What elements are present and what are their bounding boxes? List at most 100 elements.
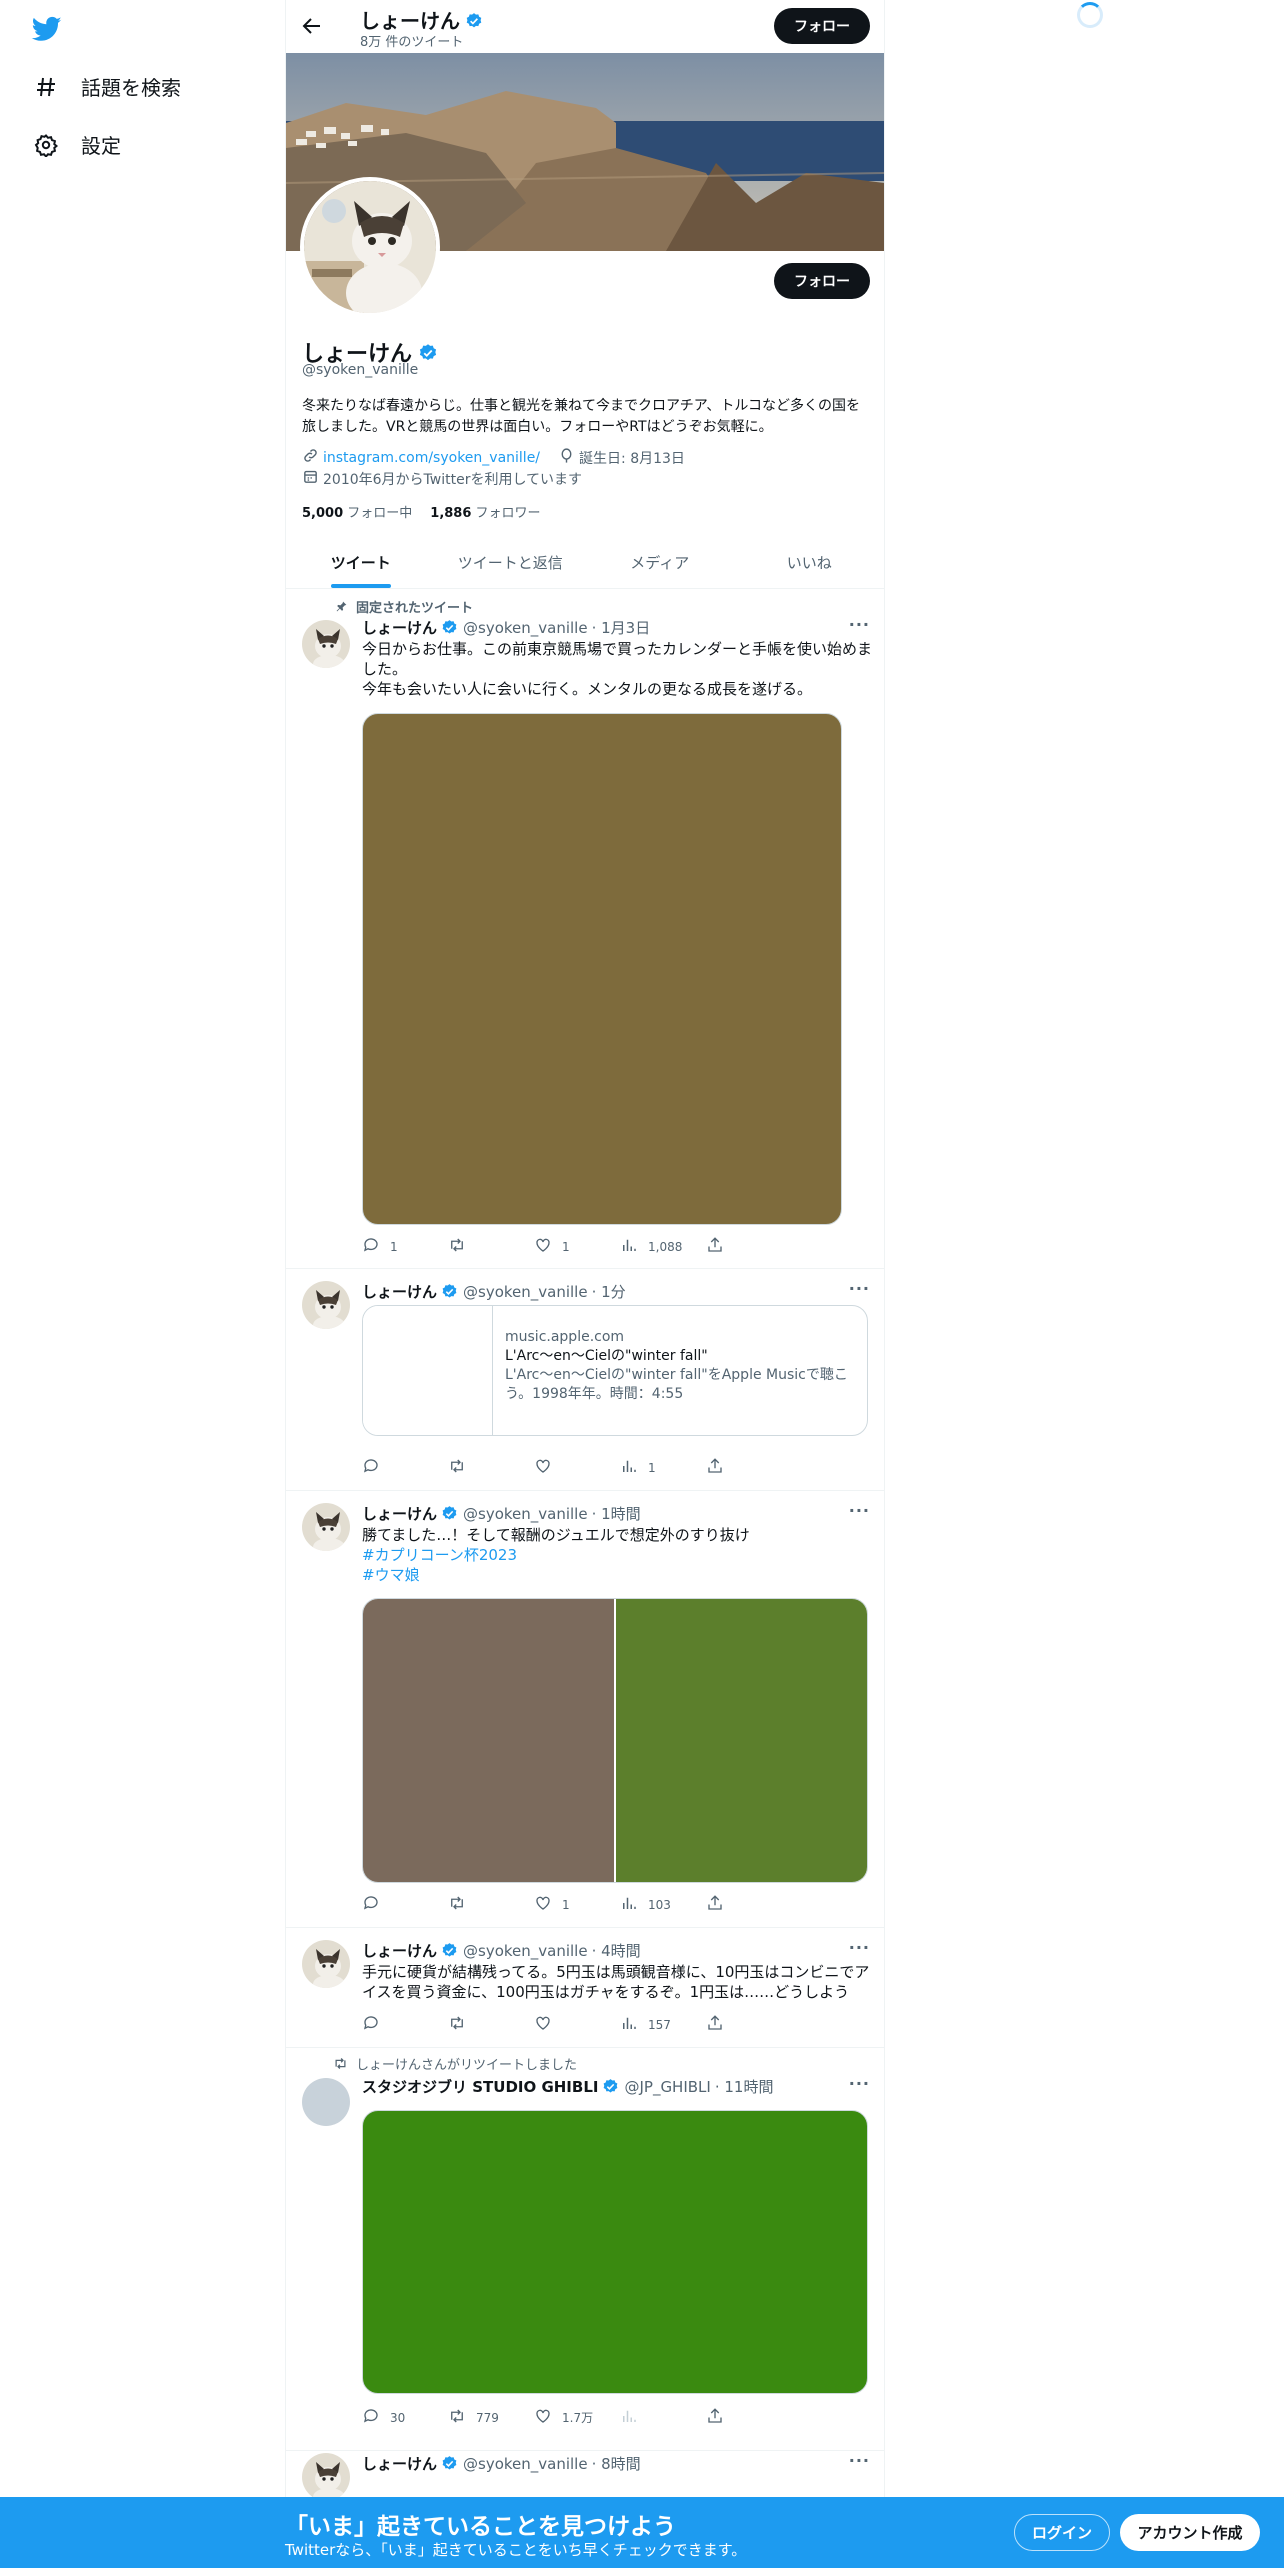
tweet-text: 今日からお仕事。この前東京競馬場で買ったカレンダーと手帳を使い始めました。 今年… bbox=[362, 640, 873, 698]
tweet-media-grid bbox=[362, 1598, 868, 1883]
tweet-header: しょーけん @syoken_vanille · 1時間 bbox=[362, 1504, 641, 1524]
tweet-actions: 1 103 bbox=[362, 1894, 792, 1915]
more-icon[interactable]: ··· bbox=[849, 615, 870, 634]
tab-likes[interactable]: いいね bbox=[735, 536, 885, 588]
like-button[interactable]: 1.7万 bbox=[534, 2407, 620, 2428]
retweet-icon bbox=[448, 1236, 466, 1257]
tweet-text: 勝てました…！そして報酬のジュエルで想定外のすり抜け #カプリコーン杯2023 … bbox=[362, 1525, 872, 1585]
share-icon bbox=[706, 1457, 724, 1478]
reply-button[interactable] bbox=[362, 1457, 448, 1478]
views-button[interactable]: 1 bbox=[620, 1457, 706, 1478]
profile-tabs: ツイート ツイートと返信 メディア いいね bbox=[286, 536, 884, 589]
like-button[interactable] bbox=[534, 2014, 620, 2035]
more-icon[interactable]: ··· bbox=[849, 1501, 870, 1520]
tweet-avatar[interactable] bbox=[302, 2078, 350, 2126]
views-button[interactable]: 1,088 bbox=[620, 1236, 706, 1257]
twitter-logo-icon[interactable] bbox=[30, 14, 64, 44]
tweet-media-left[interactable] bbox=[363, 1599, 616, 1882]
profile-meta-row: instagram.com/syoken_vanille/ 誕生日: 8月13日 bbox=[302, 447, 685, 468]
tweet-coins[interactable]: しょーけん @syoken_vanille · 4時間 ··· 手元に硬貨が結構… bbox=[286, 1928, 884, 2048]
tweet-header: しょーけん @syoken_vanille · 4時間 bbox=[362, 1941, 641, 1961]
like-button[interactable] bbox=[534, 1457, 620, 1478]
reply-button[interactable] bbox=[362, 2014, 448, 2035]
verified-badge-icon bbox=[465, 11, 483, 29]
retweet-icon bbox=[448, 1457, 466, 1478]
hashtag-link[interactable]: #カプリコーン杯2023 bbox=[362, 1545, 872, 1565]
tweet-avatar[interactable] bbox=[302, 1503, 350, 1551]
heart-icon bbox=[534, 1894, 552, 1915]
tweet-media[interactable] bbox=[362, 2110, 868, 2394]
tweet-avatar[interactable] bbox=[302, 620, 350, 668]
nav-explore[interactable]: 話題を検索 bbox=[33, 72, 181, 101]
like-button[interactable]: 1 bbox=[534, 1894, 620, 1915]
retweet-button[interactable] bbox=[448, 2014, 534, 2035]
reply-icon bbox=[362, 2407, 380, 2428]
tweet-media[interactable] bbox=[362, 713, 842, 1225]
reply-button[interactable]: 1 bbox=[362, 1236, 448, 1257]
tweet-pinned[interactable]: 固定されたツイート しょーけん @syoken_vanille · 1月3日 ·… bbox=[286, 589, 884, 1269]
tweet-avatar[interactable] bbox=[302, 1281, 350, 1329]
more-icon[interactable]: ··· bbox=[849, 2074, 870, 2093]
retweet-button[interactable] bbox=[448, 1457, 534, 1478]
tweet-avatar[interactable] bbox=[302, 2453, 350, 2501]
reply-button[interactable] bbox=[362, 1894, 448, 1915]
tweet-header: しょーけん @syoken_vanille · 1月3日 bbox=[362, 618, 651, 638]
views-icon bbox=[620, 1236, 638, 1257]
share-button[interactable] bbox=[706, 1894, 792, 1915]
retweet-button[interactable] bbox=[448, 1894, 534, 1915]
share-button[interactable] bbox=[706, 2407, 792, 2428]
retweet-icon bbox=[332, 2056, 348, 2071]
verified-badge-icon bbox=[441, 2455, 459, 2473]
tweet-media-right[interactable] bbox=[616, 1599, 867, 1882]
profile-link[interactable]: instagram.com/syoken_vanille/ bbox=[323, 450, 540, 466]
more-icon[interactable]: ··· bbox=[849, 2451, 870, 2470]
heart-icon bbox=[534, 1457, 552, 1478]
views-button[interactable] bbox=[620, 2407, 706, 2428]
following-link[interactable]: 5,000 フォロー中 bbox=[302, 502, 412, 521]
tweet-actions: 30 779 1.7万 bbox=[362, 2407, 792, 2428]
more-icon[interactable]: ··· bbox=[849, 1279, 870, 1298]
heart-icon bbox=[534, 2407, 552, 2428]
signup-banner: 「いま」起きていることを見つけよう Twitterなら、「いま」起きていることを… bbox=[0, 2497, 1284, 2568]
tweet-retweet-ghibli[interactable]: しょーけんさんがリツイートしました スタジオジブリ STUDIO GHIBLI … bbox=[286, 2048, 884, 2451]
followers-link[interactable]: 1,886 フォロワー bbox=[430, 502, 540, 521]
share-button[interactable] bbox=[706, 1236, 792, 1257]
tweet-actions: 157 bbox=[362, 2014, 792, 2035]
tab-media[interactable]: メディア bbox=[585, 536, 735, 588]
tab-tweets-and-replies[interactable]: ツイートと返信 bbox=[436, 536, 586, 588]
nav-settings[interactable]: 設定 bbox=[33, 130, 121, 159]
share-button[interactable] bbox=[706, 2014, 792, 2035]
tweet-avatar[interactable] bbox=[302, 1940, 350, 1988]
tweet-music-card[interactable]: しょーけん @syoken_vanille · 1分 ··· music.app… bbox=[286, 1269, 884, 1491]
profile-bio: 冬来たりなば春遠からじ。仕事と観光を兼ねて今までクロアチア、トルコなど多くの国を… bbox=[302, 398, 861, 435]
retweet-button[interactable]: 779 bbox=[448, 2407, 534, 2428]
login-button[interactable]: ログイン bbox=[1014, 2514, 1110, 2551]
tweet-header: しょーけん @syoken_vanille · 8時間 bbox=[362, 2454, 641, 2474]
profile-avatar[interactable] bbox=[300, 177, 440, 317]
tweet-text: 手元に硬貨が結構残ってる。5円玉は馬頭観音様に、10円玉はコンビニでアイスを買う… bbox=[362, 1963, 870, 2001]
retweet-button[interactable] bbox=[448, 1236, 534, 1257]
share-button[interactable] bbox=[706, 1457, 792, 1478]
tweet-context: 固定されたツイート bbox=[332, 597, 473, 616]
header-follow-button[interactable]: フォロー bbox=[774, 8, 870, 44]
profile-birthday: 誕生日: 8月13日 bbox=[579, 450, 685, 467]
tab-tweets[interactable]: ツイート bbox=[286, 536, 436, 588]
tweet-uma[interactable]: しょーけん @syoken_vanille · 1時間 ··· 勝てました…！そ… bbox=[286, 1491, 884, 1928]
reply-button[interactable]: 30 bbox=[362, 2407, 448, 2428]
link-card[interactable]: music.apple.com L'Arc〜en〜Cielの"winter fa… bbox=[362, 1305, 868, 1436]
reply-icon bbox=[362, 2014, 380, 2035]
profile-follow-button[interactable]: フォロー bbox=[774, 263, 870, 299]
views-button[interactable]: 103 bbox=[620, 1894, 706, 1915]
hashtag-link[interactable]: #ウマ娘 bbox=[362, 1565, 872, 1585]
header-name: しょーけん bbox=[360, 9, 460, 33]
share-icon bbox=[706, 1236, 724, 1257]
signup-banner-title: 「いま」起きていることを見つけよう bbox=[285, 2514, 676, 2540]
more-icon[interactable]: ··· bbox=[849, 1938, 870, 1957]
back-arrow-icon[interactable] bbox=[300, 14, 324, 38]
nav-settings-label: 設定 bbox=[81, 134, 121, 158]
signup-button[interactable]: アカウント作成 bbox=[1120, 2514, 1260, 2551]
card-description: L'Arc〜en〜Cielの"winter fall"をApple Musicで… bbox=[505, 1367, 848, 1402]
views-button[interactable]: 157 bbox=[620, 2014, 706, 2035]
signup-banner-subtitle: Twitterなら、「いま」起きていることをいち早くチェックできます。 bbox=[285, 2541, 747, 2559]
like-button[interactable]: 1 bbox=[534, 1236, 620, 1257]
